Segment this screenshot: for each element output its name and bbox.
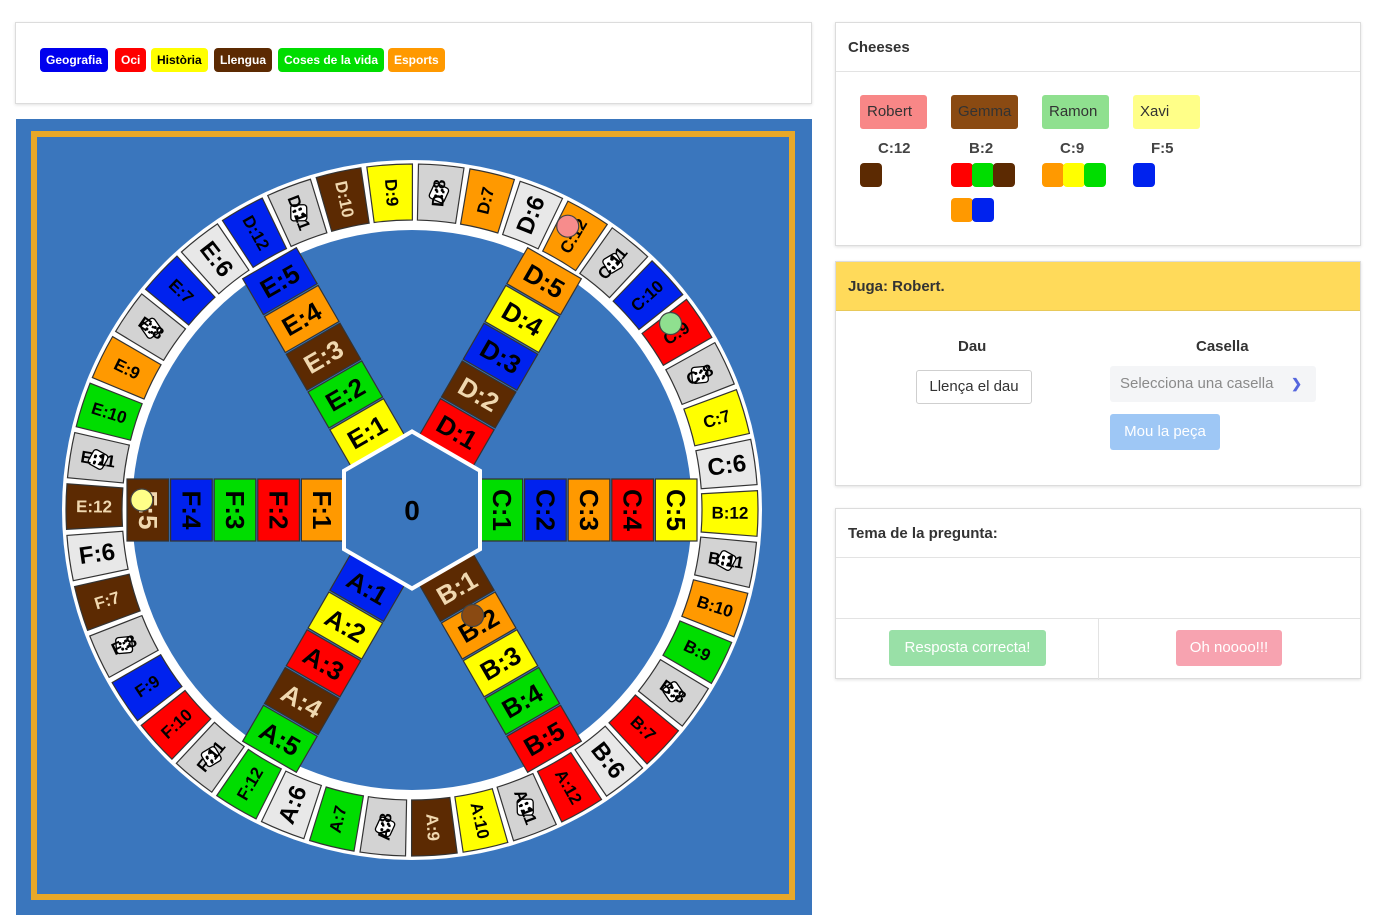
board-svg: A:6 A:7 A:8 A:9 A:10 A:11 A:12B:6B:7B:8B:9B:10… — [31, 131, 795, 900]
chevron-down-icon: ❯ — [1291, 376, 1302, 391]
cheese-chip — [951, 198, 973, 222]
player-name-xavi: Xavi — [1133, 95, 1200, 129]
cheese-chip — [1042, 163, 1064, 187]
wrong-answer-button[interactable]: Oh noooo!!! — [1176, 630, 1282, 666]
cell-label: C:4 — [618, 489, 648, 531]
cheese-chip — [951, 163, 973, 187]
player-position: F:5 — [1151, 140, 1174, 157]
player-position: C:12 — [878, 140, 911, 157]
cheeses-title: Cheeses — [836, 23, 1360, 72]
question-panel: Tema de la pregunta: Resposta correcta! … — [835, 508, 1361, 680]
player-name-robert: Robert — [860, 95, 927, 129]
cell-label: C:2 — [530, 489, 560, 531]
player-piece-xavi[interactable] — [130, 488, 154, 512]
player-name-ramon: Ramon — [1042, 95, 1109, 129]
question-title: Tema de la pregunta: — [836, 509, 1360, 558]
player-position: B:2 — [969, 140, 994, 157]
cell-label: F:4 — [176, 491, 206, 531]
cell-label: A:9 — [422, 813, 443, 842]
cell-label: F:3 — [220, 491, 250, 530]
category-tag-geografia: Geografia — [40, 48, 109, 72]
center-label: 0 — [404, 495, 420, 526]
cell-label: C:6 — [706, 450, 748, 482]
cheese-chip — [1063, 163, 1085, 187]
player-piece-gemma[interactable] — [461, 603, 485, 628]
cheese-chip — [860, 163, 882, 187]
cell-label: F:1 — [307, 491, 337, 530]
cell-label: D:9 — [381, 178, 402, 207]
category-tag-oci: Oci — [115, 48, 147, 72]
player-piece-robert[interactable] — [556, 214, 580, 238]
cheese-chip — [972, 163, 994, 187]
cell-select-placeholder: Selecciona una casella — [1120, 375, 1274, 392]
cheese-chip — [993, 163, 1015, 187]
player-piece-ramon[interactable] — [658, 311, 683, 336]
game-board: A:6 A:7 A:8 A:9 A:10 A:11 A:12 B:6 B:7 B:8 B:9 B:10… — [16, 119, 812, 915]
turn-panel: Juga: Robert. Dau Llença el dau Casella … — [835, 261, 1361, 486]
question-body — [836, 558, 1360, 619]
cell-label: A:8 — [374, 812, 395, 841]
cell-label: E:12 — [76, 497, 112, 516]
cheese-chip — [1084, 163, 1106, 187]
cheeses-panel: Cheeses Robert C:12 Gemma B:2 Ramon C:9 Xavi F:… — [835, 22, 1361, 246]
category-legend: Geografia Oci Història Llengua Coses de … — [15, 22, 812, 104]
cheese-chip — [1133, 163, 1155, 187]
move-piece-button[interactable]: Mou la peça — [1110, 414, 1220, 450]
cell-select[interactable]: Selecciona una casella ❯ — [1110, 366, 1316, 402]
cell-label: C:1 — [487, 489, 517, 531]
category-tag-coses-de-la-vida: Coses de la vida — [278, 48, 385, 72]
player-position: C:9 — [1060, 140, 1085, 157]
category-tag-llengua: Llengua — [214, 48, 273, 72]
cell-label: F:2 — [264, 491, 294, 530]
player-name-gemma: Gemma — [951, 95, 1018, 129]
cell-label: Casella — [1196, 338, 1249, 355]
correct-answer-button[interactable]: Resposta correcta! — [889, 630, 1046, 666]
cell-label: C:3 — [574, 489, 604, 531]
cell-label: B:12 — [711, 503, 748, 522]
button-divider — [1098, 618, 1099, 680]
category-tag-historia: Història — [151, 48, 208, 72]
cell-label: D:8 — [428, 179, 449, 208]
cell-label: F:6 — [77, 538, 116, 570]
dice-label: Dau — [958, 338, 987, 355]
cell-label: C:5 — [661, 489, 691, 531]
turn-title: Juga: Robert. — [836, 262, 1360, 311]
roll-dice-button[interactable]: Llença el dau — [916, 370, 1032, 404]
category-tag-esports: Esports — [388, 48, 445, 72]
cheese-chip — [972, 198, 994, 222]
